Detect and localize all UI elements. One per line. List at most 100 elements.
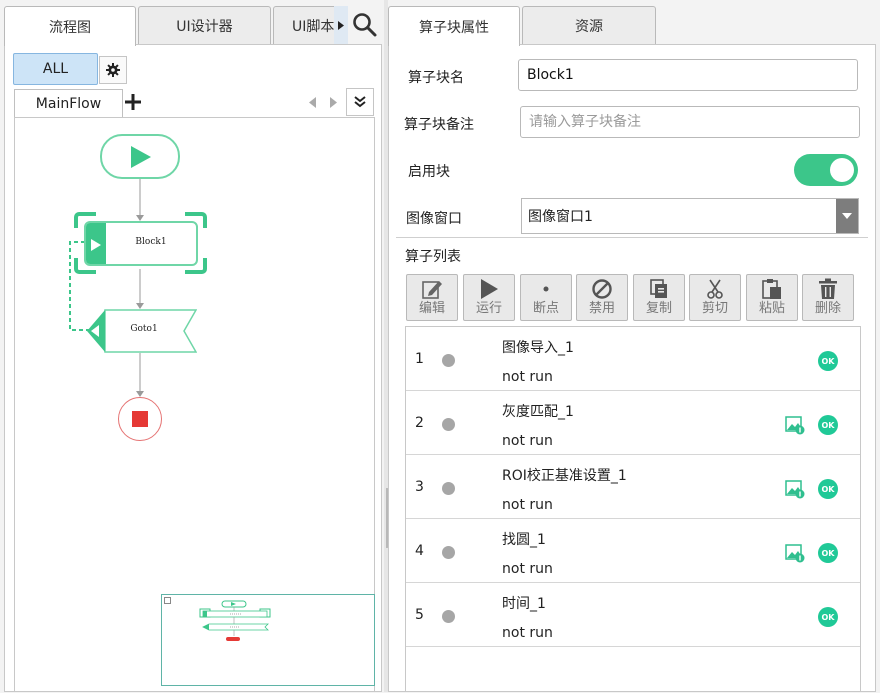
operator-status: not run — [502, 625, 553, 641]
block-remark-input[interactable] — [520, 106, 860, 138]
copy-button-label: 复制 — [645, 301, 672, 316]
paste-icon — [762, 279, 781, 299]
edit-icon — [422, 281, 442, 299]
image-window-select[interactable]: 图像窗口1 — [521, 198, 859, 234]
minimap[interactable] — [161, 594, 375, 686]
double-chevron-down-icon — [354, 96, 366, 108]
cut-button-label: 剪切 — [701, 301, 728, 316]
cut-button[interactable]: 剪切 — [689, 274, 741, 321]
delete-icon — [819, 278, 837, 299]
delete-button[interactable]: 删除 — [802, 274, 854, 321]
caret-right-icon — [338, 20, 344, 30]
block-remark-label: 算子块备注 — [404, 117, 474, 133]
start-node[interactable] — [100, 134, 180, 179]
operator-index: 1 — [415, 351, 424, 367]
play-icon — [91, 238, 101, 251]
search-button[interactable] — [350, 10, 380, 40]
block-node-label: Block1 — [135, 237, 167, 247]
all-filter-button[interactable]: ALL — [13, 53, 98, 85]
tab-flowchart-label: 流程图 — [49, 19, 91, 36]
paste-button[interactable]: 粘贴 — [746, 274, 798, 321]
image-result-icon[interactable] — [785, 543, 805, 563]
operator-name: 时间_1 — [502, 596, 546, 612]
status-dot-icon — [442, 482, 455, 495]
tab-mainflow[interactable]: MainFlow — [14, 89, 123, 117]
goto-node-label: Goto1 — [130, 324, 158, 334]
settings-button[interactable] — [99, 56, 127, 84]
image-result-icon[interactable] — [785, 415, 805, 435]
operator-status: not run — [502, 561, 553, 577]
disable-button[interactable]: 禁用 — [576, 274, 628, 321]
operator-name: 找圆_1 — [502, 532, 546, 548]
operator-index: 2 — [415, 415, 424, 431]
enable-block-label: 启用块 — [408, 164, 450, 180]
image-result-icon[interactable] — [785, 479, 805, 499]
operator-name: 灰度匹配_1 — [502, 404, 574, 420]
operator-list-label: 算子列表 — [405, 249, 461, 265]
list-item[interactable]: 2 灰度匹配_1 not run OK — [406, 391, 860, 455]
tab-flowchart[interactable]: 流程图 — [4, 6, 136, 46]
status-dot-icon — [442, 418, 455, 431]
flow-list-dropdown-button[interactable] — [346, 88, 374, 116]
flow-scroll-left-button[interactable] — [309, 96, 316, 112]
tab-block-properties[interactable]: 算子块属性 — [388, 6, 520, 46]
copy-button[interactable]: 复制 — [633, 274, 685, 321]
play-icon — [481, 279, 498, 299]
gear-icon — [106, 63, 120, 77]
ok-status-icon: OK — [818, 607, 838, 627]
list-item[interactable]: 1 图像导入_1 not run OK — [406, 327, 860, 391]
block-name-input[interactable] — [518, 59, 858, 91]
disable-icon — [592, 279, 612, 299]
run-button[interactable]: 运行 — [463, 274, 515, 321]
block-node[interactable]: Block1 — [84, 221, 198, 266]
tab-ui-designer-label: UI设计器 — [176, 18, 233, 35]
flow-canvas[interactable]: Block1 Goto1 — [14, 117, 375, 692]
list-item[interactable]: 3 ROI校正基准设置_1 not run OK — [406, 455, 860, 519]
image-window-label: 图像窗口 — [406, 211, 462, 227]
operator-name: 图像导入_1 — [502, 340, 574, 356]
tab-mainflow-label: MainFlow — [35, 95, 102, 112]
breakpoint-button-label: 断点 — [532, 301, 559, 316]
edit-button[interactable]: 编辑 — [406, 274, 458, 321]
ok-status-icon: OK — [818, 415, 838, 435]
tab-block-properties-label: 算子块属性 — [419, 19, 489, 36]
end-node[interactable] — [118, 397, 162, 441]
enable-block-toggle[interactable] — [794, 154, 858, 186]
plus-icon — [125, 94, 141, 110]
operator-index: 3 — [415, 479, 424, 495]
list-item[interactable]: 4 找圆_1 not run OK — [406, 519, 860, 583]
chevron-down-icon — [842, 213, 852, 219]
caret-right-icon — [330, 97, 337, 108]
edit-button-label: 编辑 — [418, 301, 445, 316]
paste-button-label: 粘贴 — [758, 301, 785, 316]
tab-ui-designer[interactable]: UI设计器 — [138, 6, 271, 44]
run-button-label: 运行 — [475, 301, 502, 316]
operator-status: not run — [502, 369, 553, 385]
status-dot-icon — [442, 610, 455, 623]
status-dot-icon — [442, 354, 455, 367]
copy-icon — [650, 279, 667, 298]
list-item[interactable]: 5 时间_1 not run OK — [406, 583, 860, 647]
add-flow-button[interactable] — [123, 92, 143, 112]
block-node-handle — [86, 223, 106, 264]
minimap-preview — [199, 600, 271, 641]
tab-scroll-right-button[interactable] — [334, 6, 348, 44]
tab-resources-label: 资源 — [575, 18, 603, 35]
flow-scroll-right-button[interactable] — [330, 96, 337, 112]
operator-index: 5 — [415, 607, 424, 623]
breakpoint-button[interactable]: 断点 — [520, 274, 572, 321]
goto-node[interactable]: Goto1 — [87, 309, 197, 353]
ok-status-icon: OK — [818, 351, 838, 371]
tab-resources[interactable]: 资源 — [522, 6, 656, 44]
disable-button-label: 禁用 — [588, 301, 615, 316]
select-arrow[interactable] — [836, 199, 858, 233]
operator-list: 1 图像导入_1 not run OK 2 灰度匹配_1 not run OK … — [405, 326, 861, 692]
toggle-knob — [830, 158, 854, 182]
operator-status: not run — [502, 433, 553, 449]
cut-icon — [707, 279, 723, 299]
stop-icon — [132, 411, 148, 427]
ok-status-icon: OK — [818, 479, 838, 499]
play-icon — [131, 145, 151, 168]
search-icon — [353, 13, 377, 37]
caret-left-icon — [309, 97, 316, 108]
